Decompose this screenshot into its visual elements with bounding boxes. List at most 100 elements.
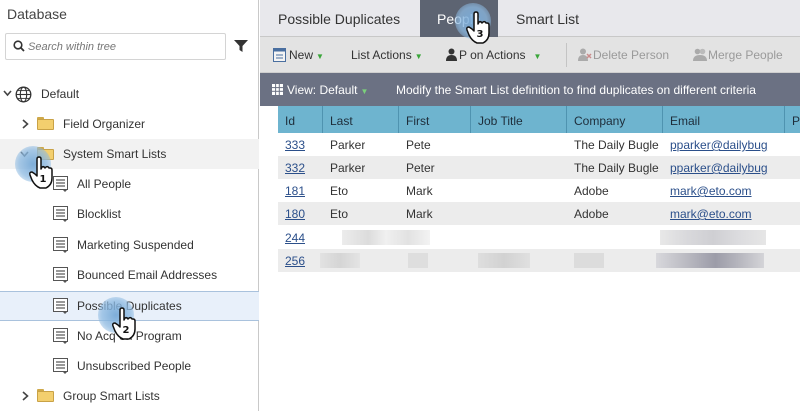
redacted-job-title (478, 253, 530, 268)
redacted-email (656, 253, 764, 268)
tree-item-label: Unsubscribed People (77, 359, 192, 373)
list-actions-menu-button[interactable]: List Actions ▼ (351, 48, 423, 62)
tree-item-label: Marketing Suspended (77, 238, 194, 252)
email-link[interactable]: pparker@dailybug (670, 161, 778, 175)
tree-item-label: Blocklist (77, 207, 122, 221)
cell-company: The Daily Bugle (574, 161, 659, 175)
cell-company: Adobe (574, 207, 609, 221)
tree-item-blocklist[interactable]: Blocklist (0, 199, 259, 229)
person-id-link[interactable]: 181 (285, 184, 305, 198)
tree-item-label: Group Smart Lists (63, 389, 160, 403)
view-label: View: Default (287, 83, 358, 97)
tree-item-unsubscribed-people[interactable]: Unsubscribed People (0, 351, 259, 381)
table-row[interactable]: 181 Eto Mark Adobe mark@eto.com (278, 179, 800, 202)
chevron-right-icon[interactable] (22, 119, 29, 129)
table-row[interactable]: 180 Eto Mark Adobe mark@eto.com (278, 202, 800, 225)
caret-down-icon: ▼ (316, 52, 324, 61)
email-link[interactable]: mark@eto.com (670, 207, 752, 221)
cell-last: Eto (330, 207, 349, 221)
delete-person-icon (578, 48, 592, 61)
folder-icon (37, 389, 54, 402)
table-row[interactable]: 332 Parker Peter The Daily Bugle pparker… (278, 156, 800, 179)
table-row[interactable]: 256 (278, 249, 800, 272)
database-tree-panel: Database Search within tree Default Fiel… (0, 0, 259, 411)
redacted-company (574, 253, 604, 268)
tree-item-label: All People (77, 177, 132, 191)
tree-item-default[interactable]: Default (0, 79, 259, 109)
email-link[interactable]: pparker@dailybug (670, 138, 778, 152)
chevron-right-icon[interactable] (22, 391, 29, 401)
redacted-name (408, 253, 428, 268)
grid-header: Id Last First Job Title Company Email Pl (278, 106, 800, 133)
new-menu-button[interactable]: New ▼ (289, 48, 324, 62)
tab-possible-duplicates[interactable]: Possible Duplicates (260, 0, 420, 37)
table-row[interactable]: 333 Parker Pete The Daily Bugle pparker@… (278, 133, 800, 156)
tree-item-marketing-suspended[interactable]: Marketing Suspended (0, 230, 259, 260)
column-header-id[interactable]: Id (278, 106, 323, 133)
tree-item-group-smart-lists[interactable]: Group Smart Lists (0, 381, 259, 411)
person-id-link[interactable]: 244 (285, 231, 305, 245)
step-number: 1 (40, 174, 47, 185)
step-marker-2: 2 (98, 297, 142, 345)
tree-item-label: Bounced Email Addresses (77, 268, 218, 282)
tree-item-label: Field Organizer (63, 117, 146, 131)
cell-first: Peter (406, 161, 435, 175)
tree-item-field-organizer[interactable]: Field Organizer (0, 109, 259, 139)
search-icon (13, 40, 25, 52)
smart-list-icon (53, 206, 68, 222)
redacted-name (320, 253, 360, 268)
main-panel: Possible Duplicates People Smart List Ne… (260, 0, 800, 411)
smart-list-icon (53, 237, 68, 253)
table-row[interactable]: 244 (278, 226, 800, 249)
toolbar: New ▼ List Actions ▼ P on Actions ▼ Delete … (260, 37, 800, 73)
view-selector[interactable]: View: Default ▼ (287, 83, 368, 97)
hand-pointer-icon: 2 (112, 307, 136, 340)
folder-icon (37, 117, 54, 130)
new-document-icon (273, 48, 286, 62)
tree-item-label: System Smart Lists (63, 147, 167, 161)
step-number: 2 (123, 325, 130, 336)
column-header-email[interactable]: Email (663, 106, 785, 133)
person-id-link[interactable]: 333 (285, 138, 305, 152)
hand-pointer-icon: 3 (466, 11, 490, 44)
chevron-down-icon[interactable] (3, 90, 12, 97)
search-input[interactable]: Search within tree (5, 33, 226, 60)
tree-item-label: Default (41, 87, 80, 101)
cell-first: Mark (406, 184, 433, 198)
step-marker-1: 1 (15, 146, 59, 194)
toolbar-divider (566, 43, 567, 67)
smart-list-icon (53, 358, 68, 374)
step-marker-3: 3 (455, 3, 499, 51)
smart-list-icon (53, 328, 68, 344)
column-header-first[interactable]: First (399, 106, 471, 133)
person-id-link[interactable]: 332 (285, 161, 305, 175)
column-header-company[interactable]: Company (567, 106, 663, 133)
merge-people-icon (693, 48, 707, 61)
smart-list-icon (53, 298, 68, 314)
tree-item-bounced-email-addresses[interactable]: Bounced Email Addresses (0, 260, 259, 290)
search-placeholder: Search within tree (28, 41, 117, 53)
delete-person-button[interactable]: Delete Person (593, 48, 669, 62)
redacted-email (660, 230, 766, 245)
view-hint-text: Modify the Smart List definition to find… (396, 83, 756, 97)
list-actions-label: List Actions (351, 48, 412, 62)
email-link[interactable]: mark@eto.com (670, 184, 752, 198)
globe-icon (15, 86, 32, 103)
merge-people-button[interactable]: Merge People (708, 48, 783, 62)
step-number: 3 (477, 29, 484, 40)
cell-last: Parker (330, 138, 366, 152)
smart-list-icon (53, 267, 68, 283)
person-id-link[interactable]: 256 (285, 254, 305, 268)
cell-last: Eto (330, 184, 349, 198)
person-id-link[interactable]: 180 (285, 207, 305, 221)
filter-icon[interactable] (234, 39, 248, 53)
column-header-job-title[interactable]: Job Title (471, 106, 567, 133)
cell-last: Parker (330, 161, 366, 175)
column-header-last[interactable]: Last (323, 106, 399, 133)
cell-company: The Daily Bugle (574, 138, 659, 152)
caret-down-icon: ▼ (414, 52, 423, 61)
tab-bar: Possible Duplicates People Smart List (260, 0, 800, 37)
tab-smart-list[interactable]: Smart List (498, 0, 598, 37)
new-label: New (289, 48, 314, 62)
column-header-partial[interactable]: Pl (785, 106, 800, 133)
